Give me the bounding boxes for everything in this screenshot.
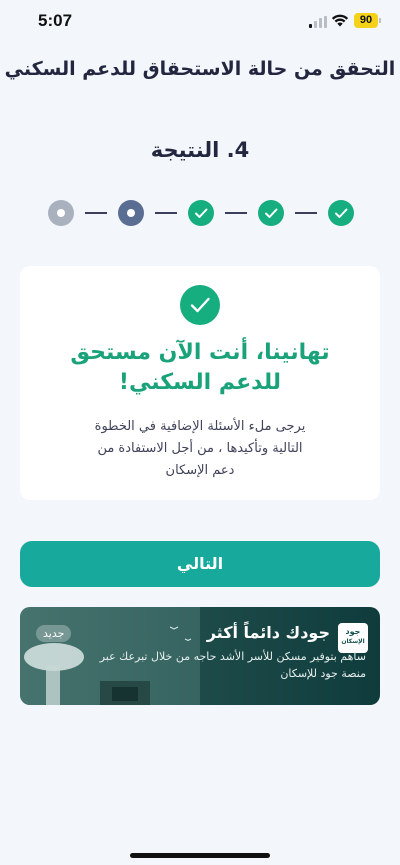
check-icon	[335, 208, 348, 218]
jood-logo-line-1: جود	[345, 627, 361, 636]
status-bar: 5:07 90	[0, 0, 400, 44]
step-connector	[155, 212, 177, 214]
banner-text-line-1: ساهم بتوفير مسكن للأسر الأشد حاجه من خلا…	[99, 650, 366, 663]
step-5-indicator	[48, 200, 74, 226]
congrats-heading: تهانينا، أنت الآن مستحق للدعم السكني!	[40, 338, 360, 398]
jood-promo-banner[interactable]: جديد جود الإسكان جودك دائماً أكثر ساهم ب…	[20, 607, 380, 705]
step-connector	[225, 212, 247, 214]
banner-text-line-2: منصة جود للإسكان	[280, 667, 366, 680]
desc-line-3: دعم الإسكان	[165, 463, 235, 478]
step-2-indicator	[258, 200, 284, 226]
success-check-icon	[180, 285, 220, 325]
step-3-indicator	[188, 200, 214, 226]
home-indicator	[130, 853, 270, 858]
check-icon	[195, 208, 208, 218]
new-badge: جديد	[36, 625, 72, 642]
wifi-icon	[331, 14, 349, 27]
desc-line-1: يرجى ملء الأسئلة الإضافية في الخطوة	[94, 419, 306, 434]
status-time: 5:07	[38, 11, 73, 30]
signal-icon	[309, 16, 327, 28]
result-description: يرجى ملء الأسئلة الإضافية في الخطوة التا…	[50, 416, 350, 482]
step-title: 4. النتيجة	[150, 138, 250, 162]
dot-icon	[57, 209, 65, 217]
step-1-indicator	[328, 200, 354, 226]
step-connector	[85, 212, 107, 214]
congrats-line-2: للدعم السكني!	[118, 370, 282, 395]
desc-line-2: التالية وتأكيدها ، من أجل الاستفادة من	[97, 441, 303, 456]
page-title: التحقق من حالة الاستحقاق للدعم السكني	[4, 58, 396, 80]
battery-tip	[379, 18, 381, 23]
dot-icon	[127, 209, 135, 217]
banner-text: ساهم بتوفير مسكن للأسر الأشد حاجه من خلا…	[36, 648, 366, 682]
congrats-line-1: تهانينا، أنت الآن مستحق	[70, 340, 330, 365]
banner-title: جودك دائماً أكثر	[206, 623, 330, 642]
next-button[interactable]: التالي	[20, 541, 380, 587]
jood-logo-line-2: الإسكان	[341, 638, 365, 645]
check-icon	[265, 208, 278, 218]
result-card: تهانينا، أنت الآن مستحق للدعم السكني! ير…	[20, 266, 380, 500]
step-4-indicator	[118, 200, 144, 226]
battery-indicator: 90	[354, 13, 378, 28]
progress-stepper	[48, 200, 354, 228]
step-connector	[295, 212, 317, 214]
